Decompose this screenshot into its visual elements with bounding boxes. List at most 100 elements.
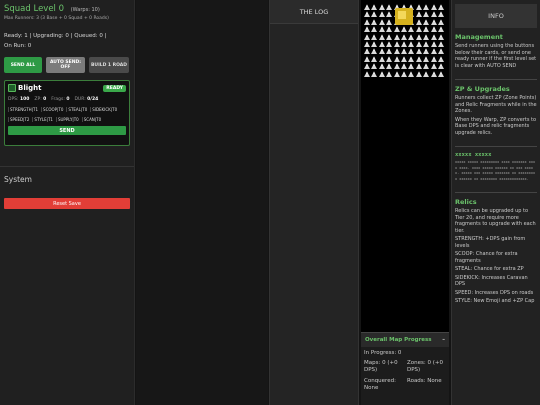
mountain-tile-icon[interactable] — [408, 34, 415, 40]
mountain-tile-icon[interactable] — [430, 41, 437, 47]
mountain-tile-icon[interactable] — [415, 48, 422, 55]
mountain-tile-icon[interactable] — [408, 41, 415, 47]
mountain-tile-icon[interactable] — [438, 41, 444, 47]
mountain-tile-icon[interactable] — [423, 26, 430, 33]
mountain-tile-icon[interactable] — [438, 11, 444, 18]
mountain-tile-icon[interactable] — [415, 19, 422, 25]
mountain-tile-icon[interactable] — [393, 63, 400, 70]
mountain-tile-icon[interactable] — [423, 19, 430, 25]
mountain-tile-icon[interactable] — [378, 48, 385, 55]
mountain-tile-icon[interactable] — [430, 56, 437, 62]
mountain-tile-icon[interactable] — [364, 11, 370, 18]
collapse-icon[interactable]: – — [442, 337, 445, 343]
mountain-tile-icon[interactable] — [430, 63, 437, 70]
mountain-tile-icon[interactable] — [364, 63, 370, 70]
mountain-tile-icon[interactable] — [415, 26, 422, 33]
mountain-tile-icon[interactable] — [408, 48, 415, 55]
mountain-tile-icon[interactable] — [415, 63, 422, 70]
mountain-tile-icon[interactable] — [438, 48, 444, 55]
mountain-tile-icon[interactable] — [430, 48, 437, 55]
mountain-tile-icon[interactable] — [415, 11, 422, 18]
mountain-tile-icon[interactable] — [378, 26, 385, 33]
mountain-tile-icon[interactable] — [371, 41, 378, 47]
mountain-tile-icon[interactable] — [401, 41, 407, 47]
mountain-tile-icon[interactable] — [386, 34, 393, 40]
mountain-tile-icon[interactable] — [438, 26, 444, 33]
mountain-tile-icon[interactable] — [438, 34, 444, 40]
mountain-tile-icon[interactable] — [371, 26, 378, 33]
mountain-tile-icon[interactable] — [364, 34, 370, 40]
mountain-tile-icon[interactable] — [423, 11, 430, 18]
mountain-tile-icon[interactable] — [364, 71, 370, 77]
build-road-button[interactable]: BUILD 1 ROAD — [89, 57, 129, 73]
mountain-tile-icon[interactable] — [386, 63, 393, 70]
mountain-tile-icon[interactable] — [378, 19, 385, 25]
mountain-tile-icon[interactable] — [393, 34, 400, 40]
send-runner-button[interactable]: SEND — [8, 126, 126, 135]
mountain-tile-icon[interactable] — [364, 26, 370, 33]
map-progress-header[interactable]: Overall Map Progress – — [361, 333, 449, 347]
log-title[interactable]: THE LOG — [270, 0, 358, 24]
mountain-tile-icon[interactable] — [423, 63, 430, 70]
mountain-tile-icon[interactable] — [364, 41, 370, 47]
mountain-tile-icon[interactable] — [423, 34, 430, 40]
mountain-tile-icon[interactable] — [393, 41, 400, 47]
mountain-tile-icon[interactable] — [386, 19, 393, 25]
mountain-tile-icon[interactable] — [364, 4, 370, 10]
mountain-tile-icon[interactable] — [430, 4, 437, 10]
mountain-tile-icon[interactable] — [378, 4, 385, 10]
send-all-button[interactable]: SEND ALL — [4, 57, 42, 73]
mountain-tile-icon[interactable] — [378, 41, 385, 47]
mountain-tile-icon[interactable] — [423, 71, 430, 77]
mountain-tile-icon[interactable] — [408, 71, 415, 77]
mountain-tile-icon[interactable] — [438, 63, 444, 70]
mountain-tile-icon[interactable] — [371, 56, 378, 62]
mountain-tile-icon[interactable] — [423, 4, 430, 10]
reset-save-button[interactable]: Reset Save — [4, 198, 130, 209]
mountain-tile-icon[interactable] — [386, 26, 393, 33]
mountain-tile-icon[interactable] — [408, 26, 415, 33]
mountain-tile-icon[interactable] — [401, 34, 407, 40]
mountain-tile-icon[interactable] — [378, 63, 385, 70]
mountain-tile-icon[interactable] — [371, 11, 378, 18]
mountain-tile-icon[interactable] — [378, 34, 385, 40]
mountain-tile-icon[interactable] — [438, 19, 444, 25]
mountain-tile-icon[interactable] — [386, 71, 393, 77]
mountain-tile-icon[interactable] — [423, 41, 430, 47]
mountain-tile-icon[interactable] — [401, 56, 407, 62]
mountain-tile-icon[interactable] — [378, 71, 385, 77]
mountain-tile-icon[interactable] — [401, 26, 407, 33]
mountain-tile-icon[interactable] — [401, 71, 407, 77]
mountain-tile-icon[interactable] — [415, 34, 422, 40]
mountain-tile-icon[interactable] — [438, 71, 444, 77]
mountain-tile-icon[interactable] — [378, 11, 385, 18]
mountain-tile-icon[interactable] — [393, 71, 400, 77]
mountain-tile-icon[interactable] — [386, 11, 393, 18]
mountain-tile-icon[interactable] — [415, 41, 422, 47]
mountain-tile-icon[interactable] — [386, 4, 393, 10]
mountain-tile-icon[interactable] — [430, 71, 437, 77]
mountain-tile-icon[interactable] — [371, 71, 378, 77]
mountain-tile-icon[interactable] — [401, 63, 407, 70]
mountain-tile-icon[interactable] — [430, 19, 437, 25]
auto-send-button[interactable]: AUTO SEND: OFF — [46, 57, 85, 73]
mountain-tile-icon[interactable] — [430, 34, 437, 40]
mountain-tile-icon[interactable] — [430, 11, 437, 18]
mountain-tile-icon[interactable] — [401, 48, 407, 55]
mountain-tile-icon[interactable] — [386, 41, 393, 47]
mountain-tile-icon[interactable] — [430, 26, 437, 33]
mountain-tile-icon[interactable] — [386, 56, 393, 62]
mountain-tile-icon[interactable] — [371, 4, 378, 10]
mountain-tile-icon[interactable] — [393, 56, 400, 62]
mountain-tile-icon[interactable] — [415, 4, 422, 10]
mountain-tile-icon[interactable] — [386, 48, 393, 55]
mountain-tile-icon[interactable] — [364, 19, 370, 25]
mountain-tile-icon[interactable] — [393, 48, 400, 55]
mountain-tile-icon[interactable] — [378, 56, 385, 62]
mountain-tile-icon[interactable] — [408, 56, 415, 62]
mountain-tile-icon[interactable] — [364, 56, 370, 62]
mountain-tile-icon[interactable] — [438, 56, 444, 62]
mountain-tile-icon[interactable] — [423, 56, 430, 62]
mountain-tile-icon[interactable] — [364, 48, 370, 55]
mountain-tile-icon[interactable] — [371, 63, 378, 70]
